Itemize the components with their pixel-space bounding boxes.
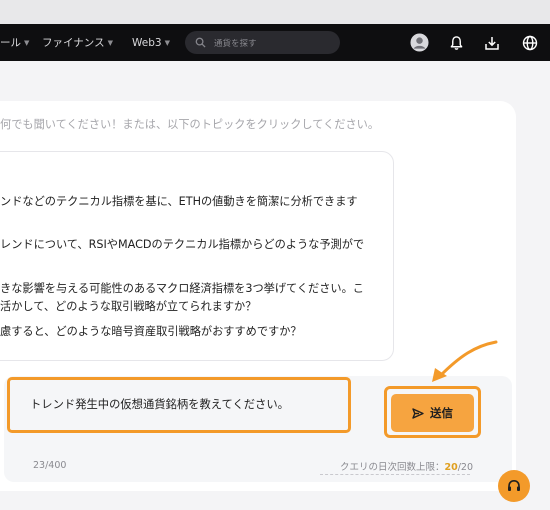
- query-text: トレンド発生中の仮想通貨銘柄を教えてください。: [30, 398, 289, 411]
- limit-total: /20: [457, 462, 473, 473]
- limit-underline: [320, 474, 470, 475]
- support-button[interactable]: [498, 470, 530, 502]
- avatar-icon[interactable]: [410, 33, 429, 52]
- headset-icon: [508, 479, 520, 491]
- browser-top-strip: [0, 0, 550, 24]
- chevron-down-icon: ▼: [24, 38, 30, 47]
- bell-icon[interactable]: [447, 33, 466, 52]
- search-icon: [195, 37, 207, 49]
- search-placeholder: 通貨を探す: [214, 38, 257, 49]
- prompt-hint: 何でも聞いてください！または、以下のトピックをクリックしてください。: [0, 118, 380, 131]
- nav-item-tools[interactable]: ール ▼: [0, 24, 29, 61]
- nav-item-web3[interactable]: Web3 ▼: [132, 24, 170, 61]
- limit-label: クエリの日次回数上限：: [339, 462, 445, 473]
- chevron-down-icon: ▼: [164, 38, 170, 47]
- search-input[interactable]: 通貨を探す: [185, 31, 340, 54]
- suggestion-item[interactable]: ンドなどのテクニカル指標を基に、ETHの値動きを簡潔に分析できます: [0, 193, 390, 209]
- send-button[interactable]: 送信: [391, 394, 474, 432]
- query-input[interactable]: トレンド発生中の仮想通貨銘柄を教えてください。: [7, 377, 351, 433]
- send-button-label: 送信: [430, 406, 453, 420]
- top-navbar: ール ▼ ファイナンス ▼ Web3 ▼ 通貨を探す: [0, 24, 550, 61]
- suggestion-item[interactable]: レンドについて、RSIやMACDのテクニカル指標からどのような予測がで: [0, 236, 390, 252]
- chevron-down-icon: ▼: [107, 38, 113, 47]
- limit-used: 20: [444, 462, 458, 473]
- nav-item-label: ファイナンス: [42, 37, 105, 49]
- download-icon[interactable]: [482, 33, 501, 52]
- daily-query-limit: クエリの日次回数上限：20/20: [340, 459, 473, 473]
- suggestion-item[interactable]: 慮すると、どのような暗号資産取引戦略がおすすめですか？: [0, 323, 390, 339]
- char-count: 23/400: [33, 460, 67, 471]
- send-icon: [412, 407, 424, 419]
- nav-item-label: ール: [0, 37, 21, 49]
- nav-item-label: Web3: [132, 36, 162, 49]
- globe-icon[interactable]: [520, 33, 539, 52]
- suggestion-item[interactable]: 活かして、どのような取引戦略が立てられますか？: [0, 298, 390, 314]
- pointer-arrow-icon: [432, 340, 498, 382]
- suggestion-item[interactable]: きな影響を与える可能性のあるマクロ経済指標を3つ挙げてください。こ: [0, 280, 390, 296]
- nav-item-finance[interactable]: ファイナンス ▼: [42, 24, 113, 61]
